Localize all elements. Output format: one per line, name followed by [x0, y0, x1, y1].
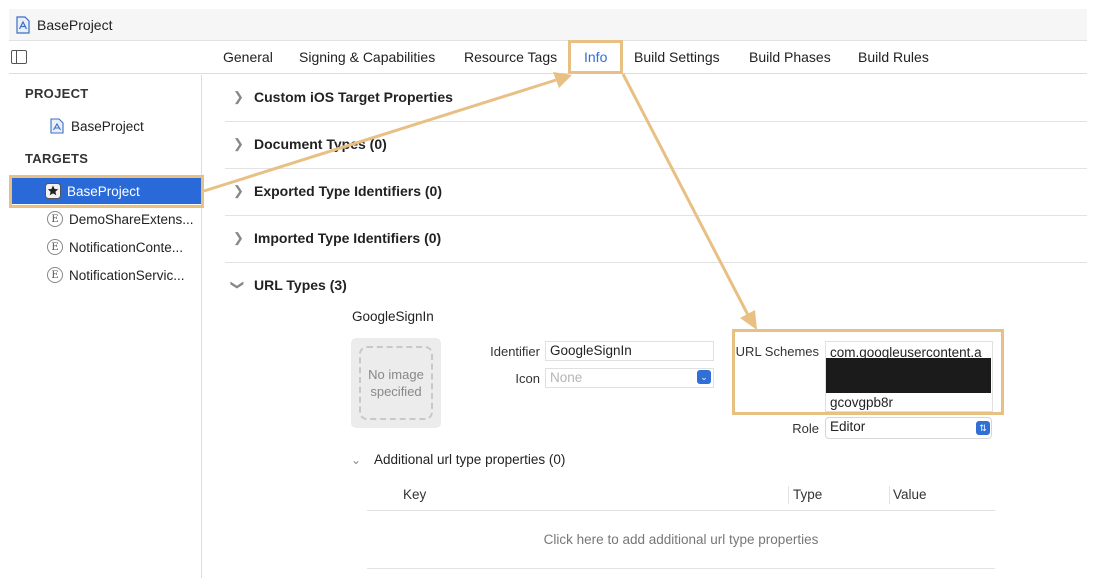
tab-general[interactable]: General	[223, 49, 273, 65]
sidebar-item-project[interactable]: BaseProject	[9, 113, 202, 139]
identifier-label: Identifier	[490, 344, 540, 359]
target-annotation-box	[9, 175, 204, 208]
extension-icon: E	[47, 239, 63, 255]
url-type-image-well[interactable]: No image specified	[351, 338, 441, 428]
column-header-key[interactable]: Key	[403, 487, 426, 502]
column-header-value[interactable]: Value	[893, 487, 927, 502]
chevron-right-icon[interactable]: ❯	[233, 230, 244, 246]
extension-icon: E	[47, 267, 63, 283]
icon-label: Icon	[515, 371, 540, 386]
url-schemes-annotation-box	[732, 329, 1004, 415]
section-label: Document Types (0)	[254, 136, 387, 152]
column-divider	[889, 486, 890, 504]
section-label: Exported Type Identifiers (0)	[254, 183, 442, 199]
role-popup[interactable]: Editor	[825, 417, 992, 439]
icon-popup[interactable]: None	[545, 368, 714, 388]
add-property-prompt: Click here to add additional url type pr…	[543, 532, 819, 547]
sidebar-item-label: DemoShareExtens...	[69, 211, 194, 227]
url-type-name: GoogleSignIn	[352, 309, 434, 324]
chevron-down-icon[interactable]: ⌄	[351, 453, 361, 467]
identifier-field[interactable]: GoogleSignIn	[545, 341, 714, 361]
additional-properties-header: Key Type Value	[367, 484, 995, 511]
tab-signing-capabilities[interactable]: Signing & Capabilities	[299, 49, 435, 65]
extension-icon: E	[47, 211, 63, 227]
add-property-row[interactable]: Click here to add additional url type pr…	[367, 512, 995, 569]
info-tab-annotation-box	[568, 40, 623, 74]
tab-build-phases[interactable]: Build Phases	[749, 49, 831, 65]
chevron-right-icon[interactable]: ❯	[233, 183, 244, 199]
project-navigator-sidebar: PROJECT BaseProject TARGETS BaseProject …	[9, 75, 202, 578]
popup-chevron-icon[interactable]: ⇅	[976, 421, 990, 435]
section-url-types[interactable]: ❯ URL Types (3)	[225, 263, 1087, 310]
image-placeholder: No image specified	[359, 346, 433, 420]
sidebar-item-target-demoshareextension[interactable]: E DemoShareExtens...	[9, 206, 202, 232]
section-custom-ios-target-properties[interactable]: ❯ Custom iOS Target Properties	[225, 75, 1087, 122]
popup-chevron-icon[interactable]: ⌄	[697, 370, 711, 384]
sidebar-item-label: NotificationServic...	[69, 267, 185, 283]
section-document-types[interactable]: ❯ Document Types (0)	[225, 122, 1087, 169]
chevron-down-icon[interactable]: ❯	[229, 280, 245, 291]
tab-build-rules[interactable]: Build Rules	[858, 49, 929, 65]
role-label: Role	[792, 421, 819, 436]
section-imported-type-identifiers[interactable]: ❯ Imported Type Identifiers (0)	[225, 216, 1087, 263]
additional-properties-label[interactable]: Additional url type properties (0)	[374, 452, 565, 467]
tab-resource-tags[interactable]: Resource Tags	[464, 49, 557, 65]
targets-section-header: TARGETS	[25, 151, 89, 166]
chevron-right-icon[interactable]: ❯	[233, 89, 244, 105]
xcode-project-icon	[16, 15, 30, 34]
window-titlebar: BaseProject	[9, 9, 1087, 41]
section-exported-type-identifiers[interactable]: ❯ Exported Type Identifiers (0)	[225, 169, 1087, 216]
tab-build-settings[interactable]: Build Settings	[634, 49, 720, 65]
chevron-right-icon[interactable]: ❯	[233, 136, 244, 152]
section-label: URL Types (3)	[254, 277, 347, 293]
section-label: Imported Type Identifiers (0)	[254, 230, 442, 246]
column-divider	[788, 486, 789, 504]
project-file-icon	[50, 118, 64, 134]
project-section-header: PROJECT	[25, 86, 89, 101]
sidebar-item-target-notificationcontent[interactable]: E NotificationConte...	[9, 234, 202, 260]
sidebar-toggle-icon[interactable]	[11, 50, 27, 64]
sidebar-item-target-notificationservice[interactable]: E NotificationServic...	[9, 262, 202, 288]
editor-tab-bar: General Signing & Capabilities Resource …	[9, 41, 1087, 74]
sidebar-item-label: NotificationConte...	[69, 239, 184, 255]
column-header-type[interactable]: Type	[793, 487, 822, 502]
sidebar-item-label: BaseProject	[71, 118, 144, 134]
window-title: BaseProject	[37, 16, 113, 33]
section-label: Custom iOS Target Properties	[254, 89, 453, 105]
